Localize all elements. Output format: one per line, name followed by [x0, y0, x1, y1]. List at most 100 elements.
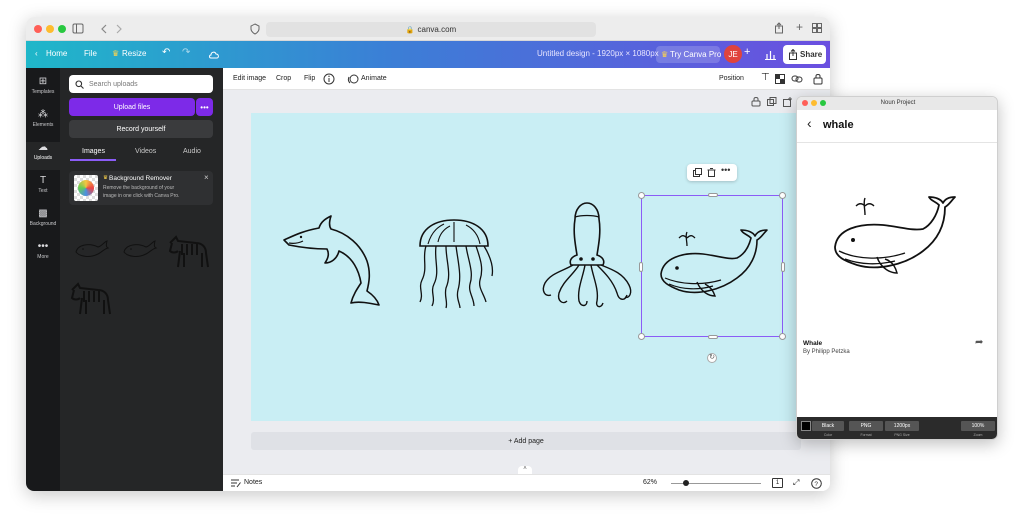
search-uploads-input[interactable]: Search uploads: [69, 75, 213, 93]
background-remover-card[interactable]: ♛ Background Remover Remove the backgrou…: [69, 171, 213, 205]
sidebar-toggle-icon[interactable]: [72, 23, 84, 34]
resize-handle[interactable]: [638, 192, 645, 199]
rail-item-templates[interactable]: ⊞ Templates: [26, 76, 60, 95]
forward-icon[interactable]: [115, 24, 123, 34]
resize-handle[interactable]: [781, 262, 785, 272]
bg-remover-desc: image in one click with Canva Pro.: [103, 193, 180, 199]
analytics-icon[interactable]: [765, 49, 776, 60]
color-select[interactable]: Black: [812, 421, 844, 431]
flip-button[interactable]: Flip: [304, 75, 315, 82]
animate-button[interactable]: Animate: [361, 75, 387, 82]
trash-icon[interactable]: [707, 168, 716, 177]
help-icon[interactable]: ?: [811, 478, 822, 489]
avatar[interactable]: JE: [724, 45, 742, 63]
rail-item-text[interactable]: T Text: [26, 175, 60, 194]
zoom-window-icon[interactable]: [58, 25, 66, 33]
resize-handle[interactable]: [779, 333, 786, 340]
squid-illustration[interactable]: [539, 201, 637, 313]
info-icon[interactable]: [323, 73, 335, 85]
redo-icon[interactable]: ↷: [182, 47, 190, 58]
upload-thumbnail-zebra[interactable]: [166, 233, 212, 269]
edit-image-button[interactable]: Edit image: [233, 75, 266, 82]
copy-icon[interactable]: [693, 168, 702, 177]
search-query[interactable]: whale: [823, 119, 854, 131]
notes-button[interactable]: Notes: [244, 479, 262, 486]
try-pro-label: Try Canva Pro: [670, 50, 722, 59]
page-lock-icon[interactable]: [751, 96, 761, 107]
jellyfish-illustration[interactable]: [414, 218, 504, 310]
paint-format-icon[interactable]: ⊤: [761, 72, 770, 83]
upload-files-button[interactable]: Upload files: [69, 98, 195, 116]
resize-handle[interactable]: [708, 193, 718, 197]
close-icon[interactable]: ×: [204, 173, 209, 182]
share-browser-icon[interactable]: [774, 22, 784, 34]
chevron-left-icon[interactable]: ‹: [35, 49, 38, 58]
share-arrow-icon[interactable]: ➦: [975, 337, 983, 348]
resize-handle[interactable]: [639, 262, 643, 272]
back-icon[interactable]: [100, 24, 108, 34]
upload-more-button[interactable]: •••: [196, 98, 213, 116]
more-options-icon[interactable]: •••: [721, 165, 730, 175]
zoom-select[interactable]: 100%: [961, 421, 995, 431]
link-icon[interactable]: [791, 74, 803, 84]
privacy-shield-icon[interactable]: [250, 23, 260, 35]
png-size-select[interactable]: 1200px: [885, 421, 919, 431]
upload-thumbnail-whale-2[interactable]: [122, 238, 158, 260]
design-title[interactable]: Untitled design - 1920px × 1080px: [537, 49, 659, 58]
file-menu[interactable]: File: [84, 49, 97, 58]
resize-handle[interactable]: [708, 335, 718, 339]
rotate-icon[interactable]: ↻: [707, 353, 717, 363]
icon-author[interactable]: By Philipp Petzka: [803, 349, 850, 355]
position-button[interactable]: Position: [719, 75, 744, 82]
record-yourself-button[interactable]: Record yourself: [69, 120, 213, 138]
chevron-up-icon[interactable]: ˄: [518, 466, 532, 474]
minimize-window-icon[interactable]: [811, 100, 817, 106]
rail-item-elements[interactable]: ⁂ Elements: [26, 109, 60, 128]
fullscreen-icon[interactable]: ⤢: [793, 478, 799, 488]
tab-videos[interactable]: Videos: [135, 148, 156, 155]
add-page-icon[interactable]: [783, 97, 793, 107]
dolphin-illustration[interactable]: [281, 213, 381, 308]
upload-thumbnail-whale[interactable]: [74, 238, 110, 260]
rail-label: Templates: [31, 89, 55, 95]
add-page-button[interactable]: + Add page: [251, 432, 801, 450]
lock-toolbar-icon[interactable]: [813, 73, 823, 85]
resize-button[interactable]: Resize: [122, 49, 146, 58]
cloud-save-icon[interactable]: [208, 49, 220, 59]
share-button[interactable]: Share: [783, 45, 826, 64]
rail-item-more[interactable]: ••• More: [26, 241, 60, 260]
crop-button[interactable]: Crop: [276, 75, 291, 82]
zoom-window-icon[interactable]: [820, 100, 826, 106]
back-icon[interactable]: ‹: [807, 115, 812, 131]
duplicate-page-icon[interactable]: [767, 97, 777, 107]
close-window-icon[interactable]: [34, 25, 42, 33]
rail-item-uploads[interactable]: ☁ Uploads: [26, 142, 60, 170]
resize-handle[interactable]: [638, 333, 645, 340]
home-button[interactable]: Home: [46, 49, 67, 58]
tab-images[interactable]: Images: [82, 148, 105, 155]
add-collaborator-icon[interactable]: +: [744, 46, 750, 58]
tab-audio[interactable]: Audio: [183, 148, 201, 155]
zoom-percent[interactable]: 62%: [643, 479, 657, 486]
page-number-button[interactable]: 1: [772, 478, 783, 488]
color-swatch[interactable]: [801, 421, 811, 431]
uploads-icon: ☁: [38, 142, 48, 153]
new-tab-icon[interactable]: +: [796, 20, 803, 34]
background-remover-thumbnail: [74, 175, 98, 201]
format-select[interactable]: PNG: [849, 421, 883, 431]
selection-box[interactable]: [638, 192, 786, 340]
tab-overview-icon[interactable]: [812, 23, 822, 33]
upload-thumbnail-zebra-2[interactable]: [68, 280, 114, 316]
close-window-icon[interactable]: [802, 100, 808, 106]
rail-item-background[interactable]: ▩ Background: [26, 208, 60, 227]
zoom-slider-handle[interactable]: [683, 480, 690, 486]
editor-footer: Notes 62% 1 ⤢ ?: [223, 474, 830, 491]
undo-icon[interactable]: ↶: [162, 47, 170, 58]
browser-toolbar: 🔒 canva.com +: [26, 17, 830, 41]
transparency-icon[interactable]: [775, 74, 785, 84]
resize-handle[interactable]: [779, 192, 786, 199]
address-bar[interactable]: 🔒 canva.com: [266, 22, 596, 37]
design-page[interactable]: ••• ↻: [251, 113, 801, 421]
minimize-window-icon[interactable]: [46, 25, 54, 33]
try-pro-button[interactable]: ♛ Try Canva Pro: [656, 46, 722, 63]
